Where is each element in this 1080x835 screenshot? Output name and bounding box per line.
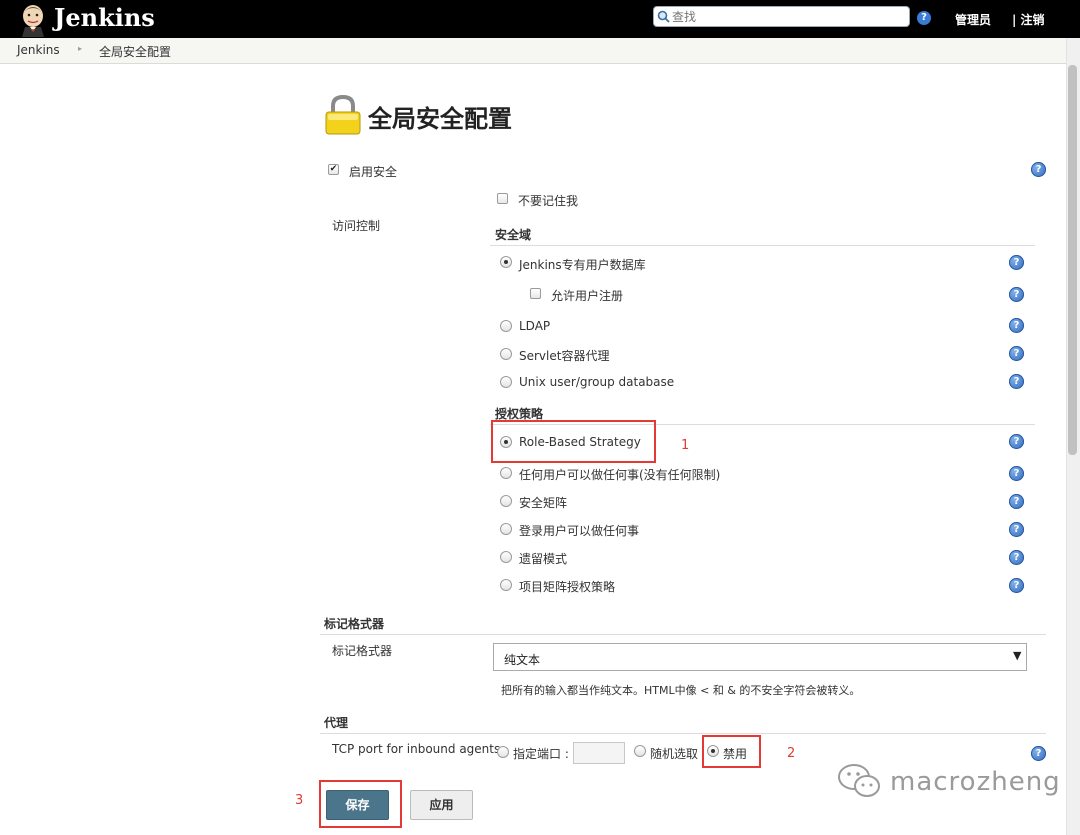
tcp-option-random-label: 随机选取 bbox=[650, 747, 699, 761]
help-icon[interactable]: ? bbox=[1009, 578, 1024, 593]
annotation-number: 1 bbox=[681, 438, 690, 453]
help-icon[interactable]: ? bbox=[1009, 494, 1024, 509]
divider bbox=[320, 634, 1046, 635]
breadcrumb-separator-icon: ▸ bbox=[78, 44, 83, 53]
help-icon[interactable]: ? bbox=[1009, 287, 1024, 302]
tcp-port-input[interactable] bbox=[573, 742, 625, 764]
annotation-number: 3 bbox=[295, 793, 304, 808]
help-icon[interactable]: ? bbox=[1009, 318, 1024, 333]
authz-radio-matrix[interactable] bbox=[500, 495, 512, 507]
help-icon[interactable]: ? bbox=[1009, 374, 1024, 389]
markup-formatter-heading: 标记格式器 bbox=[324, 617, 385, 631]
search-icon bbox=[657, 10, 670, 23]
authz-radio-project-matrix[interactable] bbox=[500, 579, 512, 591]
authz-option-label: 任何用户可以做任何事(没有任何限制) bbox=[519, 468, 721, 482]
save-button[interactable]: 保存 bbox=[326, 790, 389, 820]
authz-radio-legacy[interactable] bbox=[500, 551, 512, 563]
divider bbox=[490, 245, 1035, 246]
markup-formatter-select[interactable] bbox=[493, 643, 1027, 671]
logout-link[interactable]: | 注销 bbox=[1012, 11, 1045, 28]
tcp-radio-random[interactable] bbox=[634, 745, 646, 757]
security-realm-heading: 安全域 bbox=[495, 228, 532, 242]
realm-option-label: Jenkins专有用户数据库 bbox=[519, 258, 646, 272]
help-icon[interactable]: ? bbox=[1009, 346, 1024, 361]
markup-formatter-description: 把所有的输入都当作纯文本。HTML中像 < 和 & 的不安全字符会被转义。 bbox=[501, 684, 861, 697]
search-box[interactable] bbox=[653, 6, 910, 27]
realm-option-label: Servlet容器代理 bbox=[519, 349, 610, 363]
tcp-option-fixed-label: 指定端口 : bbox=[513, 747, 569, 761]
admin-user-link[interactable]: 管理员 bbox=[955, 11, 991, 28]
enable-security-checkbox[interactable]: ✔ bbox=[328, 164, 339, 175]
header-help-icon[interactable]: ? bbox=[917, 11, 931, 25]
agents-heading: 代理 bbox=[324, 716, 349, 730]
help-icon[interactable]: ? bbox=[1031, 746, 1046, 761]
allow-signup-checkbox[interactable] bbox=[530, 288, 541, 299]
authz-radio-anything[interactable] bbox=[500, 467, 512, 479]
breadcrumb-item-jenkins[interactable]: Jenkins bbox=[17, 43, 60, 57]
annotation-highlight-box bbox=[702, 735, 761, 768]
tcp-radio-fixed[interactable] bbox=[497, 746, 509, 758]
page-title: 全局安全配置 bbox=[368, 105, 512, 133]
realm-option-label: LDAP bbox=[519, 319, 551, 333]
allow-signup-label: 允许用户注册 bbox=[551, 289, 624, 303]
enable-security-label: 启用安全 bbox=[349, 165, 398, 179]
wechat-icon bbox=[838, 764, 880, 797]
jenkins-butler-logo-icon[interactable] bbox=[17, 3, 49, 37]
annotation-highlight-box bbox=[491, 420, 656, 463]
search-input[interactable] bbox=[672, 8, 902, 25]
realm-option-label: Unix user/group database bbox=[519, 375, 675, 389]
help-icon[interactable]: ? bbox=[1009, 255, 1024, 270]
authz-option-label: 项目矩阵授权策略 bbox=[519, 580, 616, 594]
dropdown-arrow-icon[interactable]: ▼ bbox=[1013, 649, 1021, 662]
access-control-label: 访问控制 bbox=[332, 219, 381, 233]
authz-option-label: 安全矩阵 bbox=[519, 496, 568, 510]
remember-me-checkbox[interactable] bbox=[497, 193, 508, 204]
watermark-text: macrozheng bbox=[890, 767, 1061, 797]
help-icon[interactable]: ? bbox=[1031, 162, 1046, 177]
markup-formatter-label: 标记格式器 bbox=[332, 644, 393, 658]
authz-option-label: 遗留模式 bbox=[519, 552, 568, 566]
realm-radio-servlet[interactable] bbox=[500, 348, 512, 360]
authz-radio-logged-in[interactable] bbox=[500, 523, 512, 535]
tcp-port-label: TCP port for inbound agents bbox=[332, 742, 501, 756]
markup-formatter-selected-value[interactable]: 纯文本 bbox=[504, 651, 540, 668]
help-icon[interactable]: ? bbox=[1009, 434, 1024, 449]
apply-button[interactable]: 应用 bbox=[410, 790, 473, 820]
realm-radio-ldap[interactable] bbox=[500, 320, 512, 332]
help-icon[interactable]: ? bbox=[1009, 466, 1024, 481]
breadcrumb-item-current[interactable]: 全局安全配置 bbox=[99, 43, 171, 60]
annotation-number: 2 bbox=[787, 746, 796, 761]
remember-me-label: 不要记住我 bbox=[518, 194, 579, 208]
divider bbox=[320, 733, 1046, 734]
help-icon[interactable]: ? bbox=[1009, 522, 1024, 537]
authz-option-label: 登录用户可以做任何事 bbox=[519, 524, 640, 538]
lock-icon bbox=[325, 94, 361, 135]
scrollbar-thumb[interactable] bbox=[1068, 65, 1077, 455]
jenkins-logo-text[interactable]: Jenkins bbox=[54, 2, 155, 34]
realm-radio-jenkins-db[interactable] bbox=[500, 256, 512, 268]
realm-radio-unix[interactable] bbox=[500, 376, 512, 388]
help-icon[interactable]: ? bbox=[1009, 550, 1024, 565]
